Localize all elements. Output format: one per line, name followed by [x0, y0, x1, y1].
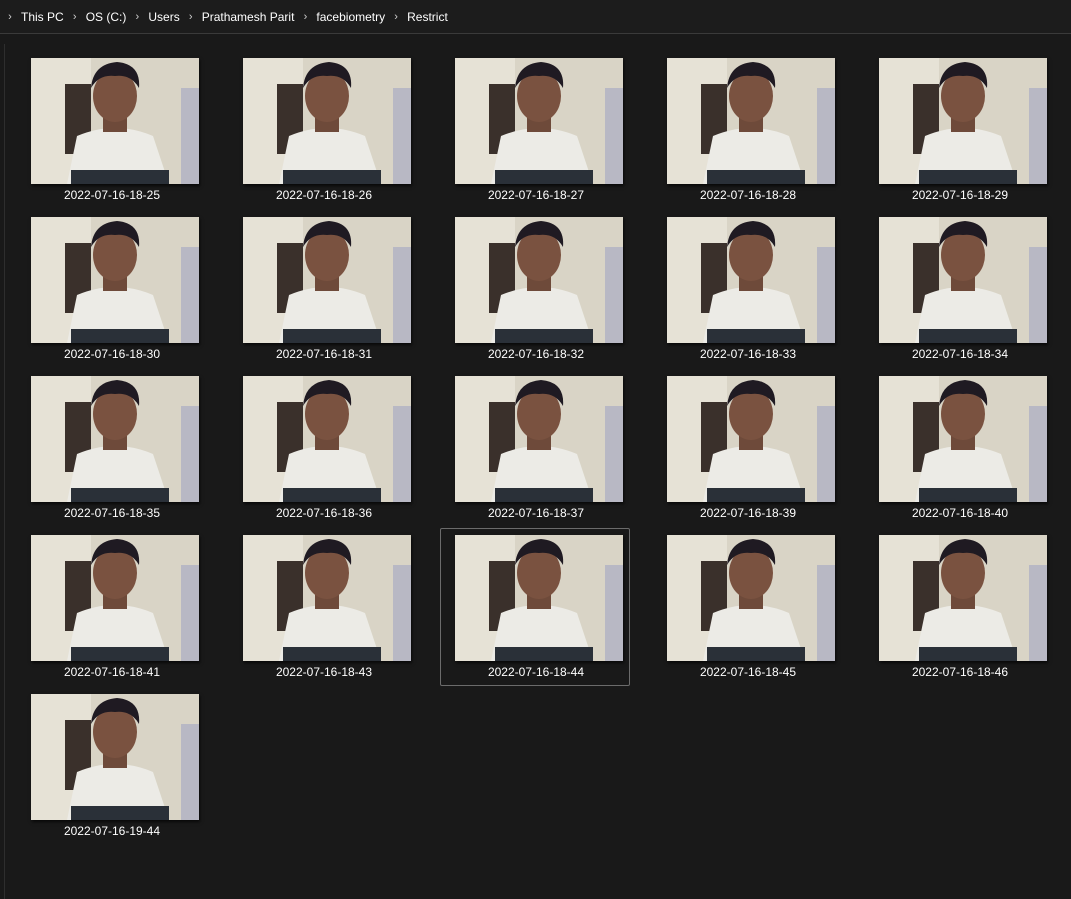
file-name: 2022-07-16-18-41: [63, 665, 161, 679]
file-name: 2022-07-16-18-46: [911, 665, 1009, 679]
image-thumbnail: [879, 376, 1047, 502]
image-thumbnail: [667, 58, 835, 184]
image-thumbnail: [455, 217, 623, 343]
image-thumbnail: [31, 58, 199, 184]
image-thumbnail: [243, 217, 411, 343]
image-thumbnail: [667, 376, 835, 502]
file-item[interactable]: 2022-07-16-18-35: [16, 369, 206, 527]
image-thumbnail: [31, 535, 199, 661]
file-name: 2022-07-16-18-31: [275, 347, 373, 361]
file-name: 2022-07-16-18-39: [699, 506, 797, 520]
image-thumbnail: [31, 376, 199, 502]
file-item[interactable]: 2022-07-16-18-25: [16, 51, 206, 209]
image-thumbnail: [879, 58, 1047, 184]
file-item[interactable]: 2022-07-16-18-34: [864, 210, 1054, 368]
file-item[interactable]: 2022-07-16-18-33: [652, 210, 842, 368]
file-name: 2022-07-16-18-25: [63, 188, 161, 202]
file-item[interactable]: 2022-07-16-18-28: [652, 51, 842, 209]
file-item[interactable]: 2022-07-16-18-46: [864, 528, 1054, 686]
file-name: 2022-07-16-18-44: [487, 665, 585, 679]
file-item[interactable]: 2022-07-16-18-26: [228, 51, 418, 209]
file-item[interactable]: 2022-07-16-18-37: [440, 369, 630, 527]
image-thumbnail: [31, 694, 199, 820]
file-name: 2022-07-16-18-26: [275, 188, 373, 202]
file-name: 2022-07-16-18-36: [275, 506, 373, 520]
image-thumbnail: [243, 376, 411, 502]
file-name: 2022-07-16-18-37: [487, 506, 585, 520]
image-thumbnail: [455, 535, 623, 661]
image-thumbnail: [455, 58, 623, 184]
file-item[interactable]: 2022-07-16-18-39: [652, 369, 842, 527]
file-item[interactable]: 2022-07-16-19-44: [16, 687, 206, 845]
file-item[interactable]: 2022-07-16-18-40: [864, 369, 1054, 527]
file-item[interactable]: 2022-07-16-18-31: [228, 210, 418, 368]
image-thumbnail: [243, 535, 411, 661]
file-item[interactable]: 2022-07-16-18-30: [16, 210, 206, 368]
image-thumbnail: [667, 535, 835, 661]
file-item[interactable]: 2022-07-16-18-27: [440, 51, 630, 209]
file-name: 2022-07-16-18-29: [911, 188, 1009, 202]
image-thumbnail: [455, 376, 623, 502]
image-thumbnail: [879, 535, 1047, 661]
file-name: 2022-07-16-18-32: [487, 347, 585, 361]
file-item[interactable]: 2022-07-16-18-45: [652, 528, 842, 686]
file-name: 2022-07-16-18-34: [911, 347, 1009, 361]
file-item[interactable]: 2022-07-16-18-44: [440, 528, 630, 686]
file-name: 2022-07-16-18-40: [911, 506, 1009, 520]
file-name: 2022-07-16-18-43: [275, 665, 373, 679]
file-name: 2022-07-16-19-44: [63, 824, 161, 838]
image-thumbnail: [879, 217, 1047, 343]
file-name: 2022-07-16-18-30: [63, 347, 161, 361]
image-thumbnail: [667, 217, 835, 343]
file-item[interactable]: 2022-07-16-18-32: [440, 210, 630, 368]
file-item[interactable]: 2022-07-16-18-43: [228, 528, 418, 686]
image-thumbnail: [31, 217, 199, 343]
image-thumbnail: [243, 58, 411, 184]
file-name: 2022-07-16-18-28: [699, 188, 797, 202]
file-item[interactable]: 2022-07-16-18-29: [864, 51, 1054, 209]
file-item[interactable]: 2022-07-16-18-36: [228, 369, 418, 527]
file-name: 2022-07-16-18-35: [63, 506, 161, 520]
file-name: 2022-07-16-18-27: [487, 188, 585, 202]
file-name: 2022-07-16-18-45: [699, 665, 797, 679]
file-name: 2022-07-16-18-33: [699, 347, 797, 361]
file-item[interactable]: 2022-07-16-18-41: [16, 528, 206, 686]
file-grid: 2022-07-16-18-25 2022-07-16-18-26 2022-07-…: [0, 0, 1071, 899]
